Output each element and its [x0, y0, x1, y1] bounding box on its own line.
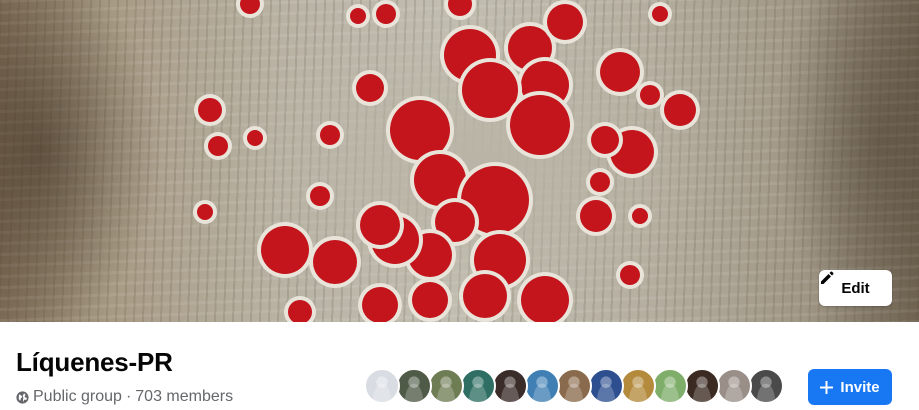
- member-avatar-7[interactable]: [556, 368, 592, 404]
- cover-photo[interactable]: Edit: [0, 0, 919, 322]
- apothecium-disc: [620, 265, 640, 285]
- edit-cover-label: Edit: [841, 279, 870, 297]
- member-avatar-10[interactable]: [652, 368, 688, 404]
- apothecium-disc: [247, 130, 263, 146]
- apothecium-disc: [632, 208, 648, 224]
- apothecium-disc: [510, 95, 570, 155]
- members-count[interactable]: 703 members: [135, 388, 233, 406]
- apothecium-disc: [463, 274, 507, 318]
- apothecium-disc: [412, 282, 448, 318]
- apothecium-disc: [350, 8, 366, 24]
- apothecium-disc: [356, 74, 384, 102]
- apothecium-disc: [197, 204, 213, 220]
- invite-button[interactable]: Invite: [808, 369, 892, 405]
- edit-cover-button[interactable]: Edit: [819, 270, 892, 306]
- globe-icon: [16, 390, 29, 404]
- group-meta: Public group · 703 members: [16, 388, 233, 406]
- apothecium-disc: [591, 126, 619, 154]
- member-avatar-3[interactable]: [428, 368, 464, 404]
- member-avatar-4[interactable]: [460, 368, 496, 404]
- member-avatar-1[interactable]: [364, 368, 400, 404]
- apothecium-disc: [521, 276, 569, 322]
- apothecium-disc: [462, 62, 518, 118]
- apothecium-disc: [320, 125, 340, 145]
- member-avatar-9[interactable]: [620, 368, 656, 404]
- privacy-label[interactable]: Public group: [33, 388, 122, 406]
- group-name[interactable]: Líquenes-PR: [16, 347, 173, 378]
- apothecium-disc: [590, 172, 610, 192]
- apothecium-disc: [580, 200, 612, 232]
- apothecium-disc: [376, 4, 396, 24]
- member-avatar-5[interactable]: [492, 368, 528, 404]
- member-avatar-11[interactable]: [684, 368, 720, 404]
- member-avatar-6[interactable]: [524, 368, 560, 404]
- apothecium-disc: [310, 186, 330, 206]
- apothecium-disc: [547, 4, 583, 40]
- pencil-icon: [821, 271, 834, 284]
- apothecium-disc: [652, 6, 668, 22]
- meta-separator: ·: [125, 388, 132, 405]
- apothecium-disc: [198, 98, 222, 122]
- apothecium-disc: [664, 94, 696, 126]
- apothecium-disc: [600, 52, 640, 92]
- apothecium-disc: [362, 287, 398, 322]
- apothecium-disc: [313, 240, 357, 284]
- apothecium-disc: [360, 205, 400, 245]
- lichen-cover-photo: [193, 0, 700, 322]
- invite-label: Invite: [840, 378, 880, 396]
- apothecium-disc: [261, 226, 309, 274]
- member-avatar-8[interactable]: [588, 368, 624, 404]
- member-avatar-2[interactable]: [396, 368, 432, 404]
- plus-icon: [820, 380, 834, 394]
- apothecium-disc: [640, 85, 660, 105]
- member-avatar-13[interactable]: [748, 368, 784, 404]
- lichen-apothecia: [193, 0, 700, 322]
- apothecium-disc: [208, 136, 228, 156]
- member-avatar-12[interactable]: [716, 368, 752, 404]
